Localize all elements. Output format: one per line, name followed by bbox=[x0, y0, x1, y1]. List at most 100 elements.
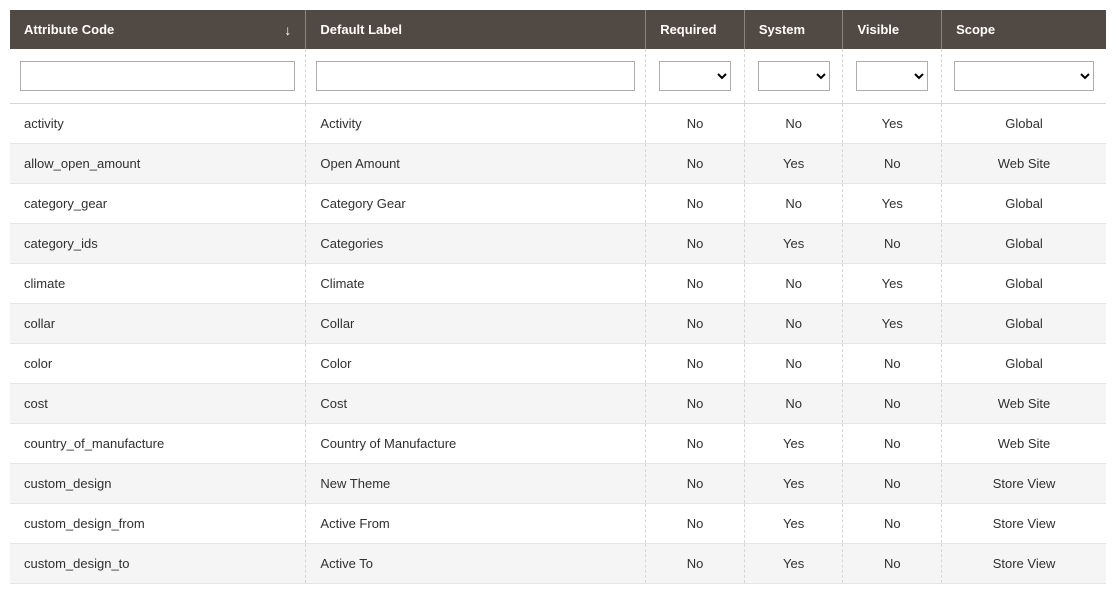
cell-default-label: Active From bbox=[306, 504, 646, 544]
col-header-attribute-code[interactable]: Attribute Code ↓ bbox=[10, 10, 306, 49]
cell-visible: No bbox=[843, 144, 942, 184]
cell-required: No bbox=[646, 264, 745, 304]
cell-required: No bbox=[646, 184, 745, 224]
cell-scope: Global bbox=[942, 184, 1106, 224]
cell-required: No bbox=[646, 544, 745, 584]
cell-system: No bbox=[744, 384, 843, 424]
filter-attribute-code[interactable] bbox=[20, 61, 295, 91]
cell-required: No bbox=[646, 424, 745, 464]
table-row[interactable]: allow_open_amountOpen AmountNoYesNoWeb S… bbox=[10, 144, 1106, 184]
table-row[interactable]: custom_design_fromActive FromNoYesNoStor… bbox=[10, 504, 1106, 544]
table-row[interactable]: collarCollarNoNoYesGlobal bbox=[10, 304, 1106, 344]
filter-row bbox=[10, 49, 1106, 104]
cell-system: No bbox=[744, 344, 843, 384]
cell-default-label: Country of Manufacture bbox=[306, 424, 646, 464]
filter-system[interactable] bbox=[758, 61, 830, 91]
cell-visible: No bbox=[843, 344, 942, 384]
cell-required: No bbox=[646, 104, 745, 144]
grid-body: activityActivityNoNoYesGlobalallow_open_… bbox=[10, 49, 1106, 584]
table-row[interactable]: colorColorNoNoNoGlobal bbox=[10, 344, 1106, 384]
cell-system: Yes bbox=[744, 504, 843, 544]
col-header-system[interactable]: System bbox=[744, 10, 843, 49]
cell-visible: No bbox=[843, 464, 942, 504]
cell-scope: Store View bbox=[942, 464, 1106, 504]
cell-attribute-code: custom_design_from bbox=[10, 504, 306, 544]
cell-attribute-code: allow_open_amount bbox=[10, 144, 306, 184]
cell-attribute-code: color bbox=[10, 344, 306, 384]
cell-default-label: Color bbox=[306, 344, 646, 384]
cell-attribute-code: cost bbox=[10, 384, 306, 424]
cell-attribute-code: category_gear bbox=[10, 184, 306, 224]
cell-scope: Global bbox=[942, 104, 1106, 144]
col-header-label: Attribute Code bbox=[24, 22, 114, 37]
table-row[interactable]: category_gearCategory GearNoNoYesGlobal bbox=[10, 184, 1106, 224]
cell-system: No bbox=[744, 184, 843, 224]
col-header-label: Visible bbox=[857, 22, 899, 37]
cell-visible: No bbox=[843, 224, 942, 264]
cell-required: No bbox=[646, 224, 745, 264]
cell-scope: Store View bbox=[942, 504, 1106, 544]
cell-attribute-code: country_of_manufacture bbox=[10, 424, 306, 464]
header-row: Attribute Code ↓ Default Label Required … bbox=[10, 10, 1106, 49]
cell-scope: Web Site bbox=[942, 144, 1106, 184]
cell-attribute-code: climate bbox=[10, 264, 306, 304]
table-row[interactable]: costCostNoNoNoWeb Site bbox=[10, 384, 1106, 424]
cell-default-label: Climate bbox=[306, 264, 646, 304]
cell-system: Yes bbox=[744, 544, 843, 584]
cell-scope: Store View bbox=[942, 544, 1106, 584]
cell-scope: Web Site bbox=[942, 384, 1106, 424]
col-header-label: Default Label bbox=[320, 22, 402, 37]
cell-required: No bbox=[646, 304, 745, 344]
cell-default-label: Categories bbox=[306, 224, 646, 264]
cell-visible: Yes bbox=[843, 304, 942, 344]
filter-required[interactable] bbox=[659, 61, 731, 91]
cell-scope: Global bbox=[942, 344, 1106, 384]
cell-attribute-code: collar bbox=[10, 304, 306, 344]
col-header-label: Scope bbox=[956, 22, 995, 37]
col-header-label: System bbox=[759, 22, 805, 37]
table-row[interactable]: activityActivityNoNoYesGlobal bbox=[10, 104, 1106, 144]
cell-attribute-code: custom_design_to bbox=[10, 544, 306, 584]
cell-required: No bbox=[646, 344, 745, 384]
cell-attribute-code: activity bbox=[10, 104, 306, 144]
filter-scope[interactable] bbox=[954, 61, 1094, 91]
cell-visible: No bbox=[843, 384, 942, 424]
col-header-required[interactable]: Required bbox=[646, 10, 745, 49]
cell-default-label: New Theme bbox=[306, 464, 646, 504]
col-header-label: Required bbox=[660, 22, 716, 37]
cell-system: No bbox=[744, 264, 843, 304]
table-row[interactable]: climateClimateNoNoYesGlobal bbox=[10, 264, 1106, 304]
sort-arrow-down-icon: ↓ bbox=[284, 22, 291, 38]
table-row[interactable]: custom_designNew ThemeNoYesNoStore View bbox=[10, 464, 1106, 504]
cell-visible: Yes bbox=[843, 264, 942, 304]
col-header-scope[interactable]: Scope bbox=[942, 10, 1106, 49]
cell-system: Yes bbox=[744, 144, 843, 184]
cell-system: Yes bbox=[744, 424, 843, 464]
cell-default-label: Active To bbox=[306, 544, 646, 584]
cell-system: No bbox=[744, 304, 843, 344]
cell-visible: No bbox=[843, 544, 942, 584]
cell-attribute-code: category_ids bbox=[10, 224, 306, 264]
attributes-grid: Attribute Code ↓ Default Label Required … bbox=[10, 10, 1106, 584]
cell-default-label: Open Amount bbox=[306, 144, 646, 184]
cell-system: Yes bbox=[744, 224, 843, 264]
cell-default-label: Category Gear bbox=[306, 184, 646, 224]
cell-default-label: Activity bbox=[306, 104, 646, 144]
col-header-default-label[interactable]: Default Label bbox=[306, 10, 646, 49]
cell-required: No bbox=[646, 504, 745, 544]
cell-scope: Web Site bbox=[942, 424, 1106, 464]
cell-scope: Global bbox=[942, 224, 1106, 264]
table-row[interactable]: country_of_manufactureCountry of Manufac… bbox=[10, 424, 1106, 464]
cell-required: No bbox=[646, 144, 745, 184]
table-row[interactable]: category_idsCategoriesNoYesNoGlobal bbox=[10, 224, 1106, 264]
filter-visible[interactable] bbox=[856, 61, 928, 91]
cell-scope: Global bbox=[942, 304, 1106, 344]
cell-scope: Global bbox=[942, 264, 1106, 304]
table-row[interactable]: custom_design_toActive ToNoYesNoStore Vi… bbox=[10, 544, 1106, 584]
cell-default-label: Collar bbox=[306, 304, 646, 344]
col-header-visible[interactable]: Visible bbox=[843, 10, 942, 49]
cell-required: No bbox=[646, 464, 745, 504]
filter-default-label[interactable] bbox=[316, 61, 635, 91]
cell-required: No bbox=[646, 384, 745, 424]
cell-visible: No bbox=[843, 424, 942, 464]
